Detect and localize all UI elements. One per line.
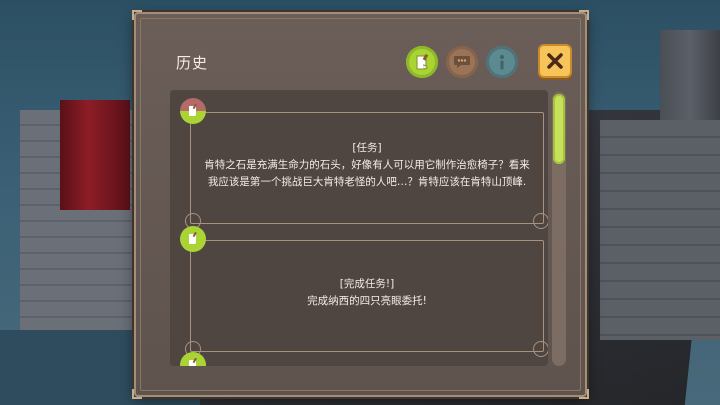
history-panel: 历史 [任务] 肯特之石是充满生命力的石头，好像有人可以用它制作治愈椅子？看来 … bbox=[132, 10, 589, 399]
tab-quest[interactable] bbox=[406, 46, 438, 78]
entry-text: [完成任务!] 完成纳西的四只亮眼委托! bbox=[196, 276, 538, 310]
quest-scroll-icon bbox=[189, 358, 197, 366]
tab-info[interactable] bbox=[486, 46, 518, 78]
panel-title: 历史 bbox=[176, 54, 209, 72]
entry-heading: [任务] bbox=[352, 142, 382, 154]
stone-wall-right bbox=[600, 120, 720, 340]
entry-text: [任务] 肯特之石是充满生命力的石头，好像有人可以用它制作治愈椅子？看来 我应该… bbox=[196, 140, 538, 191]
history-entry: [任务] 肯特之石是充满生命力的石头，好像有人可以用它制作治愈椅子？看来 我应该… bbox=[170, 98, 548, 229]
quest-scroll-icon bbox=[189, 104, 197, 116]
info-icon bbox=[500, 55, 504, 70]
panel-corner-ornament bbox=[579, 10, 589, 20]
entry-line: 肯特之石是充满生命力的石头，好像有人可以用它制作治愈椅子？看来 bbox=[204, 159, 530, 171]
history-list[interactable]: [任务] 肯特之石是充满生命力的石头，好像有人可以用它制作治愈椅子？看来 我应该… bbox=[170, 90, 548, 366]
close-button[interactable] bbox=[538, 44, 572, 78]
panel-corner-ornament bbox=[579, 389, 589, 399]
history-entry: [完成任务!] 完成纳西的四只亮眼委托! bbox=[170, 226, 548, 357]
panel-corner-ornament bbox=[132, 389, 142, 399]
history-entry bbox=[170, 352, 548, 366]
tab-chat[interactable] bbox=[446, 46, 478, 78]
quest-entry-marker bbox=[180, 98, 206, 124]
scrollbar-thumb[interactable] bbox=[553, 94, 565, 164]
entry-heading: [完成任务!] bbox=[339, 278, 395, 290]
entry-line: 我应该是第一个挑战巨大肯特老怪的人吧…？肯特应该在肯特山顶峰. bbox=[207, 176, 527, 188]
quest-entry-marker bbox=[180, 226, 206, 252]
quest-entry-marker bbox=[180, 352, 206, 366]
close-icon bbox=[547, 53, 563, 69]
quest-scroll-icon bbox=[189, 232, 197, 244]
speech-bubble-icon bbox=[454, 56, 470, 68]
quest-scroll-icon bbox=[416, 53, 429, 70]
panel-corner-ornament bbox=[132, 10, 142, 20]
entry-line: 完成纳西的四只亮眼委托! bbox=[307, 295, 427, 307]
scrollbar-track[interactable] bbox=[552, 92, 566, 366]
red-curtain bbox=[60, 100, 130, 210]
